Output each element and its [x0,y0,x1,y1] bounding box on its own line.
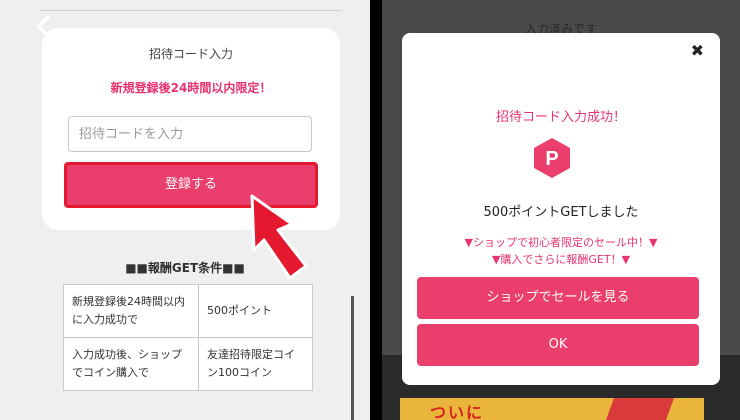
condition-cell: 新規登録後24時間以内に入力成功で [63,284,199,338]
banner-text: ついに [430,403,485,420]
success-modal: ✖ 招待コード入力成功！ P 500ポイントGETしました ▼ショップで初心者限… [402,33,720,385]
points-message: 500ポイントGETしました [483,205,639,220]
banner-decoration [604,398,676,420]
reward-cell: 500ポイント [198,284,313,338]
limit-note: 新規登録後24時間以内限定！ [110,81,272,95]
promo-line-2: ▼購入でさらに報酬GET！▼ [491,253,631,266]
conditions-title: ■■報酬GET条件■■ [125,261,245,275]
condition-cell: 入力成功後、ショップでコイン購入で [63,337,199,391]
success-screen: 入力済みです ついに ✖ 招待コード入力成功！ P 500ポイントGETしました… [382,0,740,420]
invite-code-screen: 招待コード入力 新規登録後24時間以内限定！ 登録する ■■報酬GET条件■■ … [0,0,370,420]
promo-banner: ついに [400,398,704,420]
scrollbar[interactable] [351,296,354,420]
modal-title: 招待コード入力成功！ [495,110,626,125]
reward-cell: 友達招待限定コイン100コイン [198,337,313,391]
top-divider [40,10,342,11]
table-row: 新規登録後24時間以内に入力成功で 500ポイント [63,284,313,338]
point-icon-letter: P [545,148,558,170]
shop-sale-button[interactable]: ショップでセールを見る [417,277,699,319]
ok-button[interactable]: OK [417,324,699,366]
promo-line-1: ▼ショップで初心者限定のセール中！▼ [464,236,658,249]
close-icon[interactable]: ✖ [691,41,704,60]
card-title: 招待コード入力 [148,47,233,61]
conditions-table: 新規登録後24時間以内に入力成功で 500ポイント 入力成功後、ショップでコイン… [63,284,313,391]
point-icon: P [534,138,570,178]
table-row: 入力成功後、ショップでコイン購入で 友達招待限定コイン100コイン [63,337,313,391]
invite-code-input[interactable] [68,116,312,152]
